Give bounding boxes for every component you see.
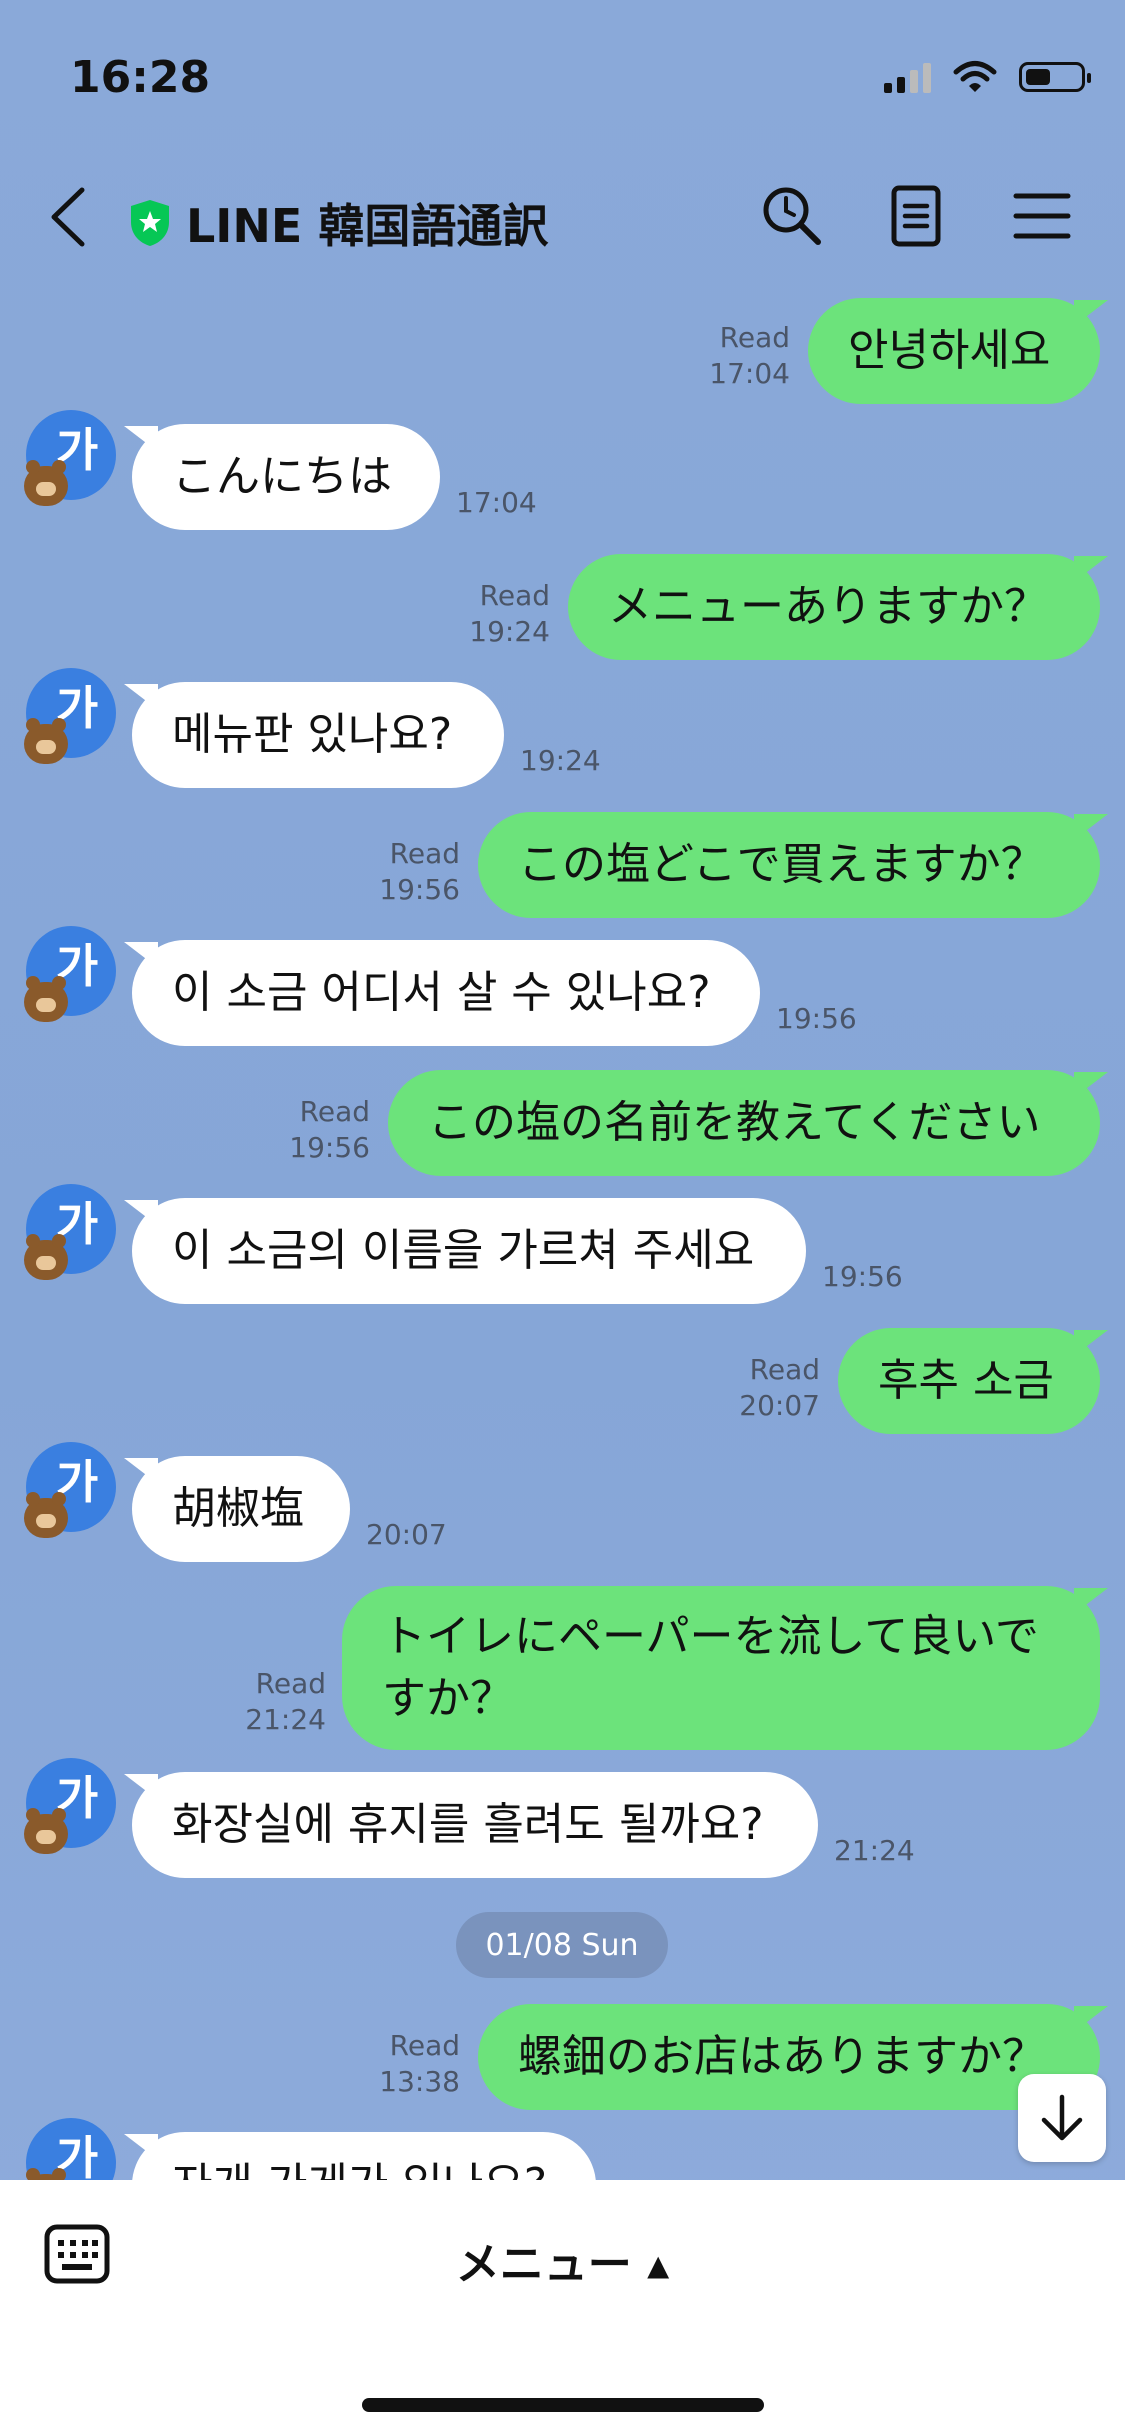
read-receipt: Read 19:24 xyxy=(400,578,550,650)
message-text: 메뉴판 있나요? xyxy=(172,709,453,760)
signal-icon xyxy=(884,61,931,93)
message-bubble-outgoing[interactable]: 안녕하세요 xyxy=(808,298,1108,404)
read-label: Read xyxy=(389,2029,460,2062)
rich-menu-toggle[interactable]: メニュー ▴ xyxy=(0,2228,1125,2292)
message-time: 19:56 xyxy=(822,1260,903,1293)
read-label: Read xyxy=(389,837,460,870)
message-time: 21:24 xyxy=(245,1703,326,1736)
back-button[interactable] xyxy=(40,182,100,252)
read-label: Read xyxy=(479,579,550,612)
avatar[interactable]: 가 xyxy=(24,410,116,506)
bottom-menu-bar: メニュー ▴ xyxy=(0,2180,1125,2436)
search-button[interactable] xyxy=(760,184,824,248)
message-bubble-incoming[interactable]: 胡椒塩 xyxy=(124,1456,350,1562)
message-text: この塩どこで買えますか？ xyxy=(518,839,1045,890)
back-arrow-icon xyxy=(51,187,85,247)
avatar[interactable]: 가 xyxy=(24,1184,116,1280)
read-receipt: Read 13:38 xyxy=(310,2028,460,2100)
read-receipt: Read 17:04 xyxy=(640,320,790,392)
message-text: 안녕하세요 xyxy=(848,325,1051,376)
message-time: 21:24 xyxy=(834,1834,915,1867)
wifi-icon xyxy=(953,61,997,92)
message-text: 화장실에 휴지를 흘려도 될까요? xyxy=(172,1799,764,1850)
message-text: 후추 소금 xyxy=(878,1355,1054,1406)
read-receipt: Read 20:07 xyxy=(670,1352,820,1424)
battery-icon xyxy=(1019,62,1091,92)
message-text: 胡椒塩 xyxy=(172,1483,304,1534)
message-time: 19:56 xyxy=(289,1131,370,1164)
message-text: 이 소금 어디서 살 수 있나요? xyxy=(172,967,711,1018)
bear-sticker-icon xyxy=(24,460,68,506)
search-icon xyxy=(763,187,821,245)
chat-title-text: LINE 韓国語通訳 xyxy=(186,199,549,253)
read-receipt: Read 19:56 xyxy=(310,836,460,908)
message-text: メニューありますか？ xyxy=(608,581,1048,632)
message-bubble-incoming[interactable]: こんにちは xyxy=(124,424,440,530)
status-icons xyxy=(884,60,1091,94)
message-text: こんにちは xyxy=(172,451,392,502)
menu-button[interactable] xyxy=(1010,184,1074,248)
message-time: 17:04 xyxy=(709,357,790,390)
message-time: 20:07 xyxy=(366,1518,447,1551)
message-bubble-outgoing[interactable]: メニューありますか？ xyxy=(568,554,1108,660)
bear-sticker-icon xyxy=(24,976,68,1022)
message-text: 螺鈿のお店はありますか？ xyxy=(518,2031,1046,2082)
message-time: 17:04 xyxy=(456,486,537,519)
read-label: Read xyxy=(749,1353,820,1386)
read-label: Read xyxy=(299,1095,370,1128)
message-bubble-incoming[interactable]: 이 소금 어디서 살 수 있나요? xyxy=(124,940,760,1046)
read-label: Read xyxy=(719,321,790,354)
bear-sticker-icon xyxy=(24,1808,68,1854)
message-time: 13:38 xyxy=(379,2065,460,2098)
bear-sticker-icon xyxy=(24,718,68,764)
message-bubble-outgoing[interactable]: トイレにペーパーを流して良いですか？ xyxy=(342,1586,1108,1750)
read-receipt: Read 21:24 xyxy=(176,1666,326,1738)
avatar[interactable]: 가 xyxy=(24,926,116,1022)
chat-title[interactable]: LINE 韓国語通訳 xyxy=(128,190,548,256)
status-bar: 16:28 xyxy=(0,0,1125,150)
home-indicator xyxy=(362,2398,764,2412)
menu-icon xyxy=(1013,193,1071,239)
message-bubble-outgoing[interactable]: この塩どこで買えますか？ xyxy=(478,812,1108,918)
message-bubble-incoming[interactable]: 화장실에 휴지를 흘려도 될까요? xyxy=(124,1772,818,1878)
message-time: 20:07 xyxy=(739,1389,820,1422)
scroll-to-bottom-button[interactable] xyxy=(1018,2074,1106,2162)
notes-icon xyxy=(891,185,941,247)
avatar[interactable]: 가 xyxy=(24,1758,116,1854)
message-bubble-outgoing[interactable]: 후추 소금 xyxy=(838,1328,1108,1434)
message-text: 이 소금의 이름을 가르쳐 주세요 xyxy=(172,1225,755,1276)
notes-button[interactable] xyxy=(884,184,948,248)
message-bubble-outgoing[interactable]: この塩の名前を教えてください xyxy=(388,1070,1108,1176)
chat-header: LINE 韓国語通訳 xyxy=(0,160,1125,270)
message-time: 19:24 xyxy=(469,615,550,648)
message-bubble-incoming[interactable]: 메뉴판 있나요? xyxy=(124,682,504,788)
status-time: 16:28 xyxy=(70,52,211,103)
read-label: Read xyxy=(255,1667,326,1700)
date-divider: 01/08 Sun xyxy=(456,1912,668,1978)
message-time: 19:24 xyxy=(520,744,601,777)
avatar[interactable]: 가 xyxy=(24,668,116,764)
shield-icon xyxy=(131,200,169,246)
read-receipt: Read 19:56 xyxy=(220,1094,370,1166)
bear-sticker-icon xyxy=(24,1492,68,1538)
message-time: 19:56 xyxy=(379,873,460,906)
message-text: この塩の名前を教えてください xyxy=(428,1097,1041,1148)
message-text: トイレにペーパーを流して良いですか？ xyxy=(382,1611,1039,1724)
bear-sticker-icon xyxy=(24,1234,68,1280)
message-bubble-incoming[interactable]: 이 소금의 이름을 가르쳐 주세요 xyxy=(124,1198,806,1304)
message-bubble-outgoing[interactable]: 螺鈿のお店はありますか？ xyxy=(478,2004,1108,2110)
message-time: 19:56 xyxy=(776,1002,857,1035)
arrow-down-icon xyxy=(1041,2094,1083,2141)
chat-area[interactable]: Read 17:04 안녕하세요 가 こんにちは 17:04 Read 19:2… xyxy=(0,0,1125,2238)
avatar[interactable]: 가 xyxy=(24,1442,116,1538)
